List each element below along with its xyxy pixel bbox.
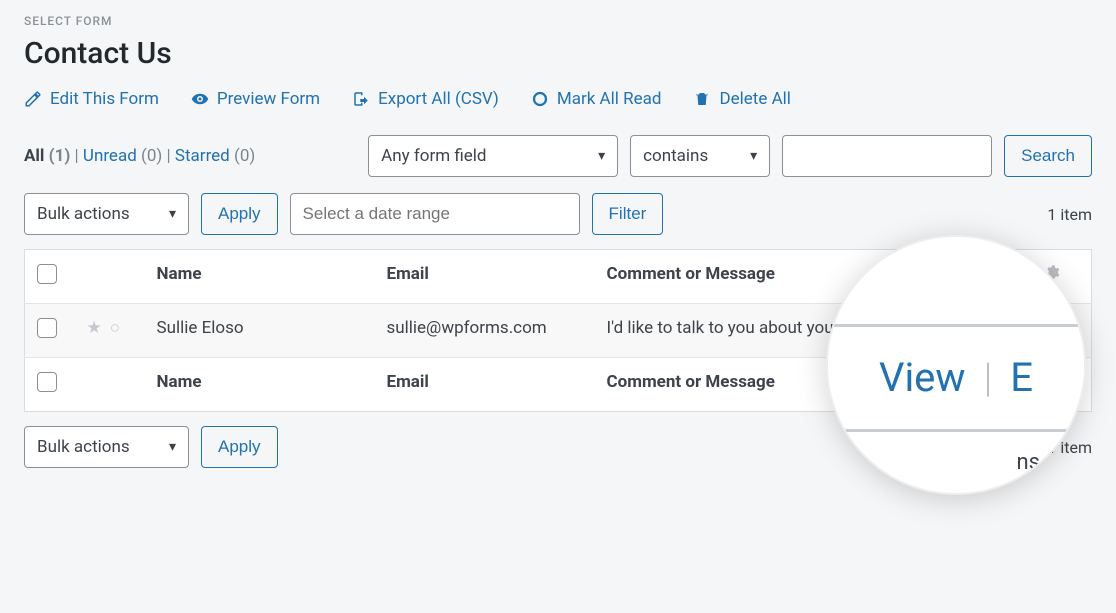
- status-unread[interactable]: Unread (0): [83, 146, 162, 166]
- pencil-icon: [24, 90, 42, 108]
- bulk-actions-select[interactable]: Bulk actions ▾: [24, 193, 189, 235]
- bulk-actions-select-footer[interactable]: Bulk actions ▾: [24, 426, 189, 468]
- export-all-link[interactable]: Export All (CSV): [352, 89, 499, 109]
- col-email[interactable]: Email: [375, 250, 595, 304]
- field-filter-select[interactable]: Any form field ▾: [368, 135, 618, 177]
- col-name[interactable]: Name: [145, 250, 375, 304]
- row-checkbox[interactable]: [37, 318, 57, 338]
- star-icon[interactable]: ★: [87, 318, 102, 338]
- chevron-down-icon: ▾: [598, 148, 605, 164]
- zoom-view-link[interactable]: View: [879, 354, 965, 401]
- apply-button[interactable]: Apply: [201, 193, 278, 235]
- export-icon: [352, 90, 370, 108]
- read-indicator-icon[interactable]: ○: [110, 318, 120, 338]
- search-input[interactable]: [782, 135, 992, 177]
- field-filter-value: Any form field: [381, 146, 486, 166]
- preview-form-link[interactable]: Preview Form: [191, 89, 320, 109]
- zoom-separator: |: [983, 354, 992, 401]
- edit-form-link[interactable]: Edit This Form: [24, 89, 159, 109]
- filter-row-status: All (1) | Unread (0) | Starred (0) Any f…: [24, 135, 1092, 177]
- bulk-actions-value: Bulk actions: [37, 204, 130, 224]
- circle-icon: [531, 90, 549, 108]
- bulk-actions-value-footer: Bulk actions: [37, 437, 130, 457]
- filter-button[interactable]: Filter: [592, 193, 664, 235]
- date-range-input[interactable]: [290, 193, 580, 235]
- apply-button-footer[interactable]: Apply: [201, 426, 278, 468]
- row-name: Sullie Eloso: [145, 304, 375, 358]
- filter-row-bulk: Bulk actions ▾ Apply Filter 1 item: [24, 193, 1092, 235]
- chevron-down-icon: ▾: [169, 206, 176, 222]
- mark-all-read-link[interactable]: Mark All Read: [531, 89, 662, 109]
- zoom-edit-link[interactable]: E: [1010, 354, 1033, 401]
- chevron-down-icon: ▾: [750, 148, 757, 164]
- search-button[interactable]: Search: [1004, 135, 1092, 177]
- preview-form-label: Preview Form: [217, 89, 320, 109]
- edit-form-label: Edit This Form: [50, 89, 159, 109]
- status-filters: All (1) | Unread (0) | Starred (0): [24, 146, 255, 166]
- status-all[interactable]: All (1): [24, 146, 70, 166]
- operator-value: contains: [643, 146, 708, 166]
- col-email-footer[interactable]: Email: [375, 358, 595, 412]
- select-form-label[interactable]: SELECT FORM: [24, 14, 1092, 28]
- export-all-label: Export All (CSV): [378, 89, 499, 109]
- item-count-top: 1 item: [1047, 205, 1092, 224]
- page-title: Contact Us: [24, 36, 1092, 71]
- eye-icon: [191, 90, 209, 108]
- zoom-callout: View | E ns: [826, 235, 1086, 495]
- trash-icon: [693, 90, 711, 108]
- select-all-checkbox[interactable]: [37, 264, 57, 284]
- chevron-down-icon: ▾: [169, 439, 176, 455]
- select-all-checkbox-footer[interactable]: [37, 372, 57, 392]
- col-name-footer[interactable]: Name: [145, 358, 375, 412]
- zoom-partial-text: ns: [1016, 450, 1040, 475]
- mark-all-read-label: Mark All Read: [557, 89, 662, 109]
- operator-select[interactable]: contains ▾: [630, 135, 770, 177]
- status-starred[interactable]: Starred (0): [175, 146, 255, 166]
- delete-all-label: Delete All: [719, 89, 790, 109]
- form-actions: Edit This Form Preview Form Export All (…: [24, 89, 1092, 109]
- delete-all-link[interactable]: Delete All: [693, 89, 790, 109]
- row-email: sullie@wpforms.com: [375, 304, 595, 358]
